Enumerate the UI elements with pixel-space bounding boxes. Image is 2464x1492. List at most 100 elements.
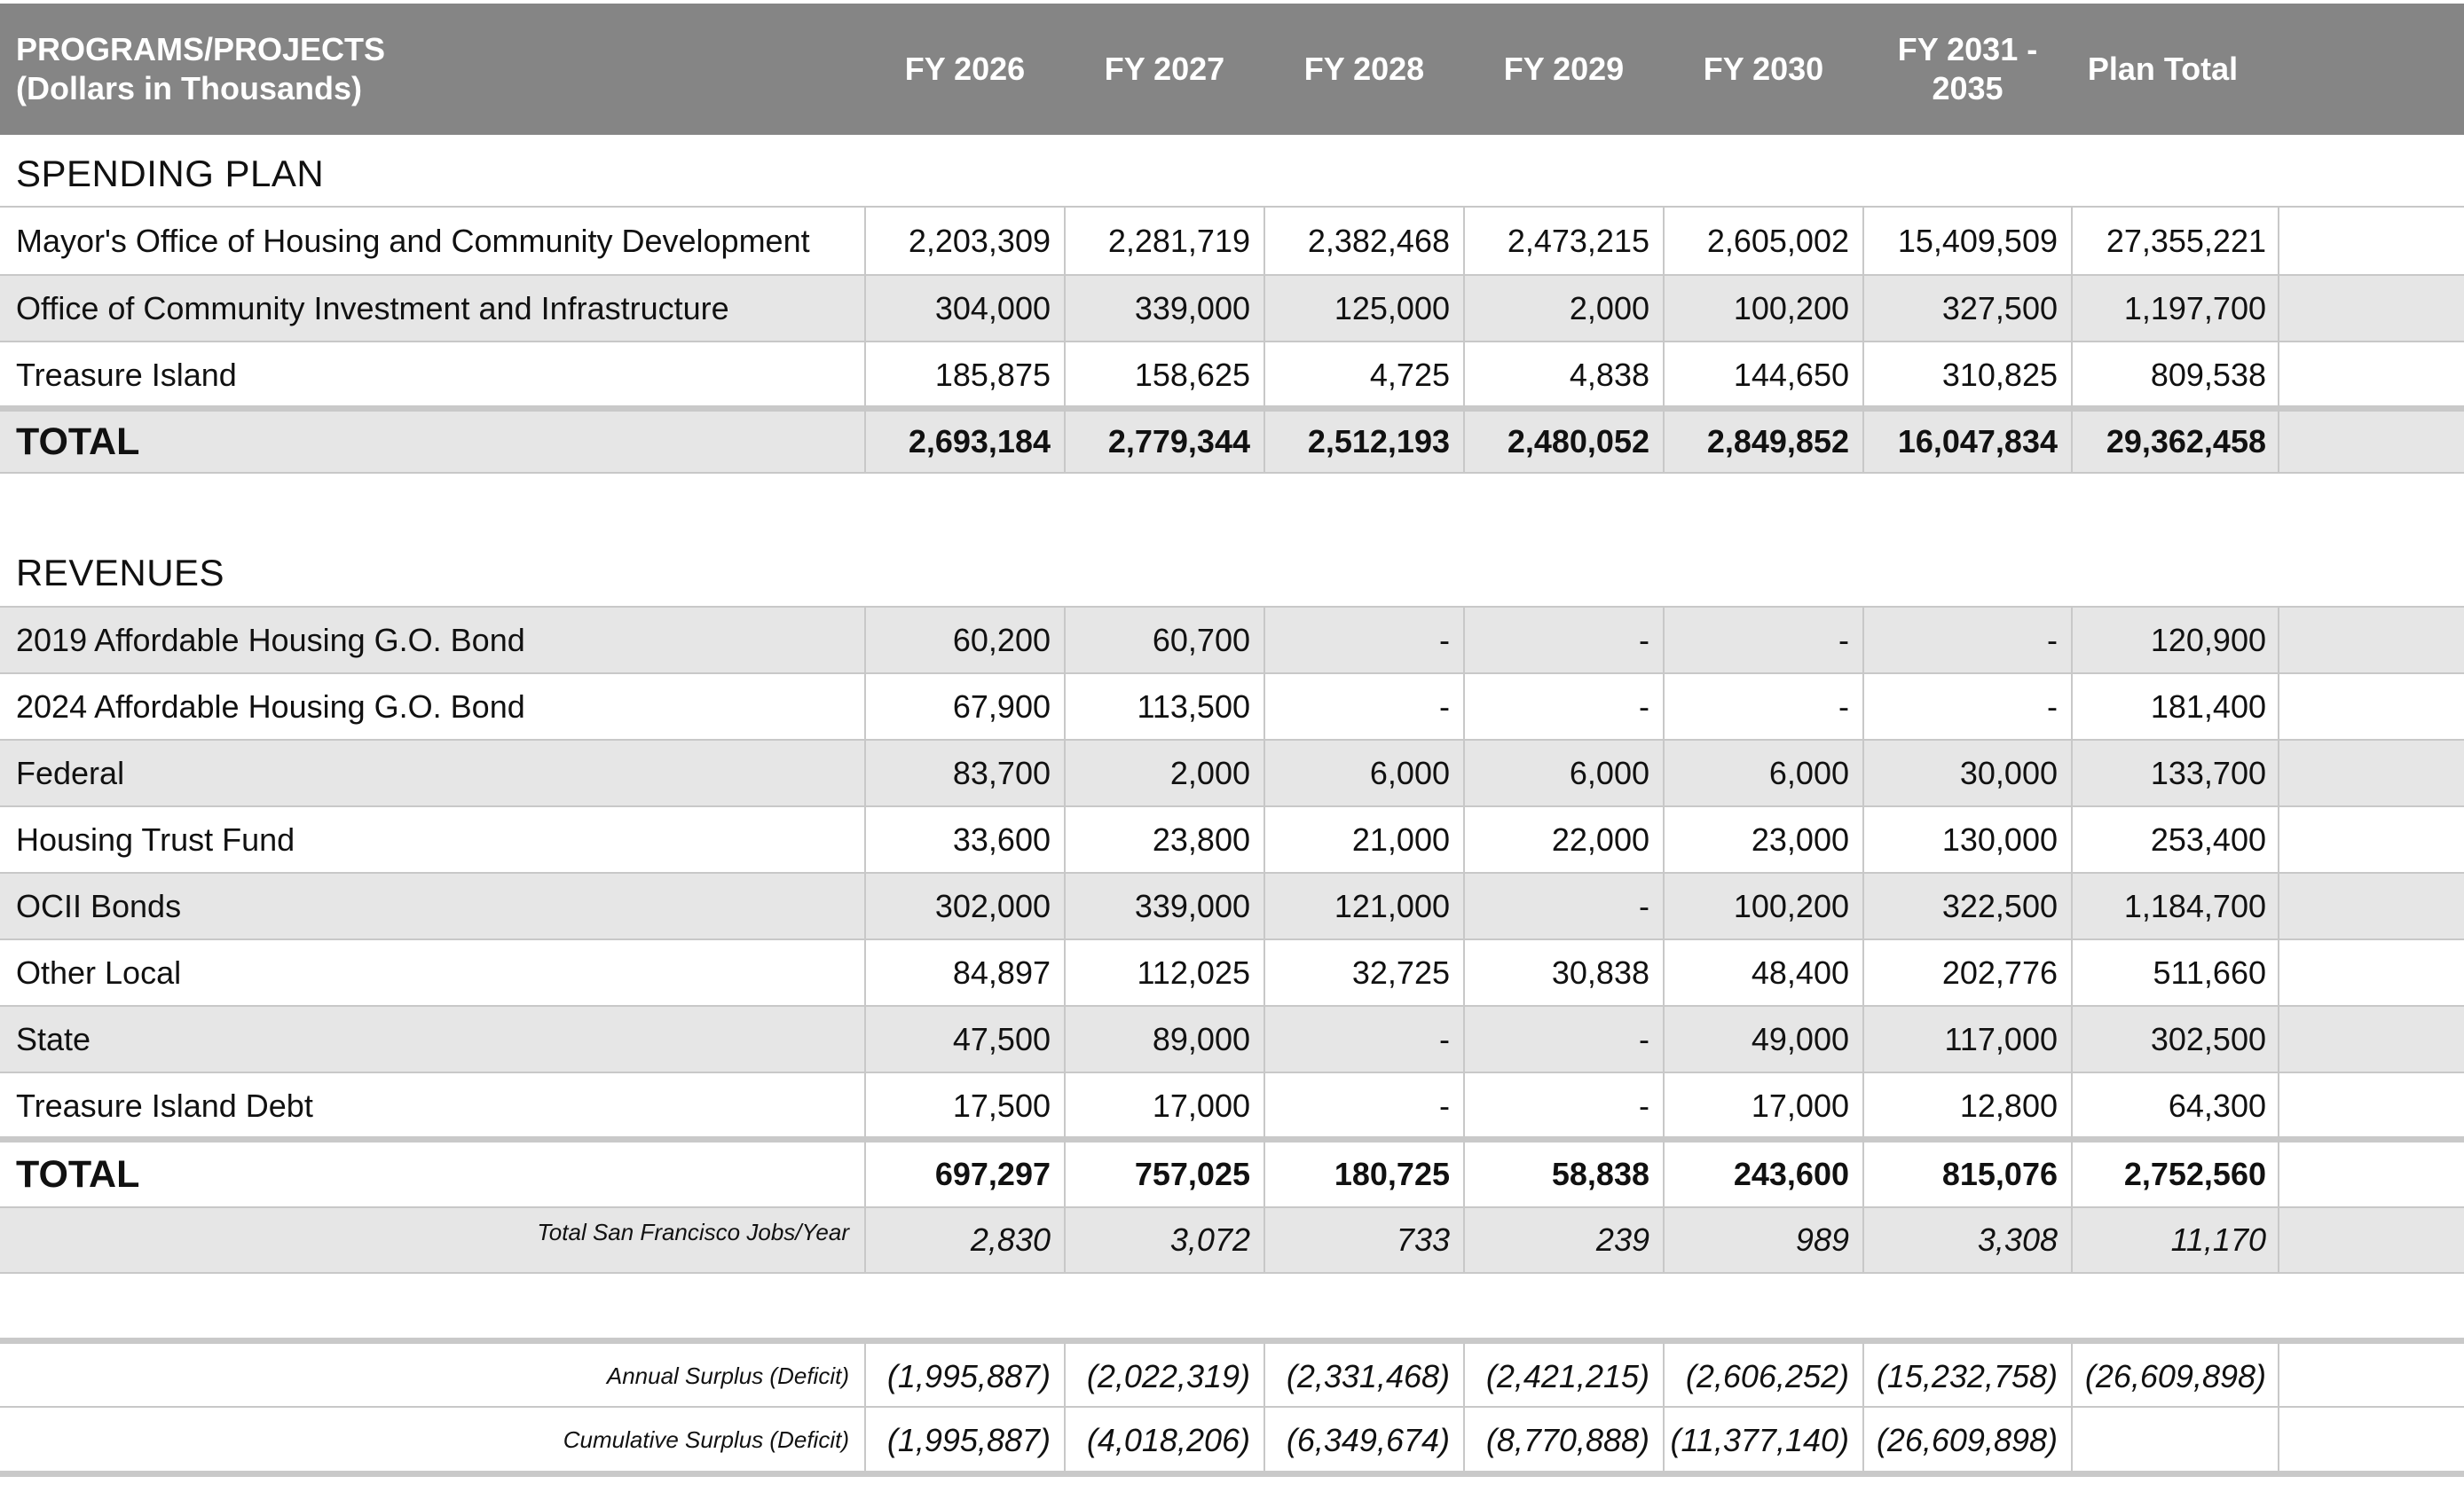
cell-fy2026: 304,000 xyxy=(934,289,1051,326)
column-divider xyxy=(1463,1344,1465,1471)
cell-plan-total: 29,362,458 xyxy=(2106,423,2266,459)
column-divider xyxy=(1663,208,1665,474)
cell-plan-total: 120,900 xyxy=(2150,621,2266,658)
row-label: Federal xyxy=(16,754,125,791)
cell-fy2031-2035: 15,409,509 xyxy=(1897,222,2058,259)
cell-fy2029: - xyxy=(1639,621,1649,658)
header-col-text: FY 2029 xyxy=(1503,51,1625,87)
cell-fy2031-2035: 322,500 xyxy=(1941,887,2058,924)
cell-fy2027: 339,000 xyxy=(1134,887,1250,924)
cell-fy2029: 2,000 xyxy=(1569,289,1649,326)
spending-total-row: TOTAL 2,693,184 2,779,344 2,512,193 2,48… xyxy=(0,412,2464,472)
cell-plan-total: 11,170 xyxy=(2170,1221,2266,1258)
row-label: Treasure Island xyxy=(16,356,237,393)
cell-fy2027: 113,500 xyxy=(1137,687,1250,725)
cell-plan-total: 253,400 xyxy=(2150,821,2266,858)
cell-fy2031-2035: 130,000 xyxy=(1941,821,2058,858)
cell-fy2026: 185,875 xyxy=(934,356,1051,393)
cell-fy2026: (1,995,887) xyxy=(886,1421,1051,1458)
column-divider xyxy=(2278,208,2279,474)
divider xyxy=(0,1136,2464,1143)
row-label: 2024 Affordable Housing G.O. Bond xyxy=(16,687,525,725)
row-label: Total San Francisco Jobs/Year xyxy=(537,1219,849,1245)
column-divider xyxy=(864,208,866,474)
cell-fy2027: 112,025 xyxy=(1137,954,1250,991)
header-col-text: FY 2030 xyxy=(1703,51,1824,87)
cell-fy2027: (4,018,206) xyxy=(1086,1421,1250,1458)
cell-fy2026: 84,897 xyxy=(952,954,1051,991)
header-col-text: Plan Total xyxy=(2087,51,2239,87)
table-row: Office of Community Investment and Infra… xyxy=(0,276,2464,341)
cell-fy2031-2035: 30,000 xyxy=(1959,754,2058,791)
column-divider xyxy=(1263,208,1265,474)
cell-fy2027: 757,025 xyxy=(1134,1156,1250,1192)
table-row: Treasure Island 185,875 158,625 4,725 4,… xyxy=(0,342,2464,407)
cell-fy2028: 180,725 xyxy=(1334,1156,1450,1192)
cell-fy2030: 989 xyxy=(1795,1221,1849,1258)
cell-fy2031-2035: 117,000 xyxy=(1944,1020,2058,1057)
cell-fy2027: 2,281,719 xyxy=(1107,222,1250,259)
cell-fy2031-2035: - xyxy=(2047,687,2058,725)
cell-fy2030: 2,605,002 xyxy=(1706,222,1849,259)
cumulative-surplus-row: Cumulative Surplus (Deficit) (1,995,887)… xyxy=(0,1408,2464,1472)
cell-fy2030: 6,000 xyxy=(1768,754,1849,791)
cell-fy2027: 158,625 xyxy=(1134,356,1250,393)
cell-plan-total: (26,609,898) xyxy=(2084,1357,2266,1394)
table-row: Other Local 84,897 112,025 32,725 30,838… xyxy=(0,940,2464,1005)
cell-fy2027: (2,022,319) xyxy=(1086,1357,1250,1394)
cell-plan-total: 1,184,700 xyxy=(2123,887,2266,924)
cell-fy2027: 2,000 xyxy=(1169,754,1250,791)
divider xyxy=(0,1471,2464,1477)
row-label: Other Local xyxy=(16,954,182,991)
cell-fy2031-2035: (26,609,898) xyxy=(1876,1421,2058,1458)
cell-fy2026: 33,600 xyxy=(952,821,1051,858)
header-label-line1: PROGRAMS/PROJECTS xyxy=(16,31,386,67)
capital-plan-table: PROGRAMS/PROJECTS (Dollars in Thousands) … xyxy=(0,0,2464,1492)
revenues-total-row: TOTAL 697,297 757,025 180,725 58,838 243… xyxy=(0,1143,2464,1206)
header-col-text: FY 2031 - xyxy=(1897,31,2038,67)
header-col-fy2027: FY 2027 xyxy=(1065,4,1264,135)
table-header: PROGRAMS/PROJECTS (Dollars in Thousands) … xyxy=(0,4,2464,135)
header-col-fy2029: FY 2029 xyxy=(1464,4,1664,135)
column-divider xyxy=(1064,208,1066,474)
column-divider xyxy=(2278,1344,2279,1471)
cell-plan-total: 2,752,560 xyxy=(2123,1156,2266,1192)
divider xyxy=(0,1272,2464,1274)
column-divider xyxy=(1862,1344,1864,1471)
cell-fy2028: 2,512,193 xyxy=(1307,423,1450,459)
cell-fy2031-2035: 16,047,834 xyxy=(1897,423,2058,459)
row-label: Housing Trust Fund xyxy=(16,821,295,858)
cell-fy2026: 2,693,184 xyxy=(908,423,1051,459)
table-row: Mayor's Office of Housing and Community … xyxy=(0,208,2464,274)
cell-fy2028: 733 xyxy=(1396,1221,1450,1258)
cell-fy2026: 47,500 xyxy=(952,1020,1051,1057)
cell-fy2026: 2,203,309 xyxy=(908,222,1051,259)
cell-fy2030: 49,000 xyxy=(1751,1020,1849,1057)
row-label: State xyxy=(16,1020,91,1057)
cell-fy2030: 23,000 xyxy=(1751,821,1849,858)
table-row: State 47,500 89,000 - - 49,000 117,000 3… xyxy=(0,1007,2464,1072)
cell-fy2027: 89,000 xyxy=(1152,1020,1250,1057)
divider xyxy=(0,1338,2464,1344)
column-divider xyxy=(1862,608,1864,1274)
row-label: Treasure Island Debt xyxy=(16,1087,313,1124)
header-col-fy2030: FY 2030 xyxy=(1664,4,1863,135)
cell-fy2028: 2,382,468 xyxy=(1307,222,1450,259)
column-divider xyxy=(864,1344,866,1471)
cell-fy2030: 100,200 xyxy=(1733,289,1849,326)
row-label: Office of Community Investment and Infra… xyxy=(16,289,729,326)
column-divider xyxy=(1463,608,1465,1274)
cell-fy2026: 67,900 xyxy=(952,687,1051,725)
column-divider xyxy=(1064,1344,1066,1471)
cell-fy2028: (2,331,468) xyxy=(1286,1357,1450,1394)
divider xyxy=(0,472,2464,474)
cell-plan-total: 64,300 xyxy=(2168,1087,2266,1124)
header-col-plan-total: Plan Total xyxy=(2072,4,2254,135)
cell-fy2028: 32,725 xyxy=(1351,954,1450,991)
spending-plan-title: SPENDING PLAN xyxy=(16,153,325,194)
header-label-line2: (Dollars in Thousands) xyxy=(16,70,363,106)
cell-fy2027: 60,700 xyxy=(1152,621,1250,658)
cell-fy2029: 4,838 xyxy=(1569,356,1649,393)
cell-fy2027: 17,000 xyxy=(1152,1087,1250,1124)
cell-fy2028: 125,000 xyxy=(1334,289,1450,326)
